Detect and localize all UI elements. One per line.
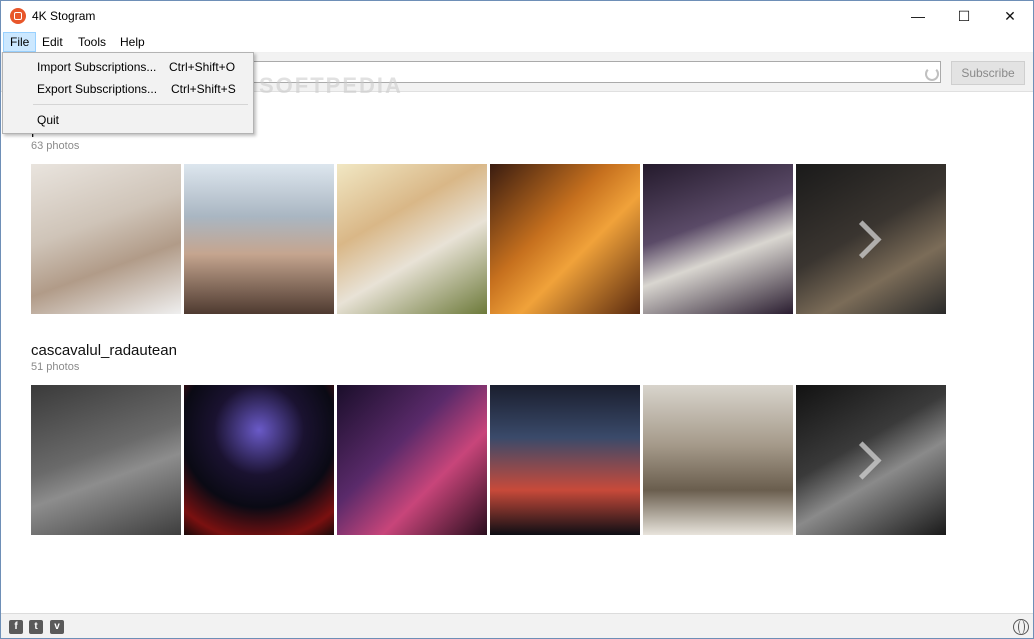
menu-edit[interactable]: Edit bbox=[36, 32, 69, 52]
menu-separator bbox=[33, 104, 248, 105]
photo-thumbnail[interactable] bbox=[490, 164, 640, 314]
twitter-icon[interactable]: t bbox=[29, 620, 43, 634]
window-title: 4K Stogram bbox=[32, 9, 96, 23]
menu-help[interactable]: Help bbox=[114, 32, 151, 52]
title-bar: 4K Stogram — ☐ ✕ bbox=[1, 1, 1033, 31]
photo-thumbnail[interactable] bbox=[337, 164, 487, 314]
maximize-button[interactable]: ☐ bbox=[941, 1, 987, 31]
export-label: Export Subscriptions... bbox=[37, 82, 158, 96]
photo-thumbnail[interactable] bbox=[184, 385, 334, 535]
export-subscriptions-item[interactable]: Export Subscriptions... Ctrl+Shift+S bbox=[3, 79, 253, 99]
quit-label: Quit bbox=[37, 113, 60, 127]
photo-count: 51 photos bbox=[31, 361, 80, 373]
app-window: 4K Stogram — ☐ ✕ File Edit Tools Help Su… bbox=[0, 0, 1034, 639]
export-shortcut: Ctrl+Shift+S bbox=[171, 82, 236, 96]
app-logo-icon bbox=[10, 8, 26, 24]
photo-thumbnail[interactable] bbox=[643, 164, 793, 314]
import-shortcut: Ctrl+Shift+O bbox=[169, 60, 236, 74]
quit-item[interactable]: Quit bbox=[3, 110, 253, 130]
watermark-text: SOFTPEDIA bbox=[259, 73, 403, 98]
menu-bar: File Edit Tools Help bbox=[1, 32, 1033, 53]
vimeo-icon[interactable]: v bbox=[50, 620, 64, 634]
globe-icon[interactable] bbox=[1013, 619, 1029, 635]
photo-thumbnail[interactable] bbox=[31, 164, 181, 314]
subscription-title[interactable]: cascavalul_radautean bbox=[31, 342, 177, 359]
file-menu-dropdown: Import Subscriptions... Ctrl+Shift+O Exp… bbox=[2, 52, 254, 134]
photo-thumbnail[interactable] bbox=[643, 385, 793, 535]
photo-thumbnail[interactable] bbox=[337, 385, 487, 535]
photo-count: 63 photos bbox=[31, 140, 80, 152]
photo-thumbnail[interactable] bbox=[31, 385, 181, 535]
menu-tools[interactable]: Tools bbox=[72, 32, 112, 52]
import-subscriptions-item[interactable]: Import Subscriptions... Ctrl+Shift+O bbox=[3, 57, 253, 77]
import-label: Import Subscriptions... bbox=[37, 60, 157, 74]
menu-file[interactable]: File bbox=[3, 32, 37, 52]
minimize-button[interactable]: — bbox=[895, 1, 941, 31]
status-bar: f t v bbox=[1, 613, 1033, 638]
photo-thumbnail[interactable] bbox=[184, 164, 334, 314]
subscribe-button[interactable]: Subscribe bbox=[951, 61, 1025, 85]
photo-thumbnail[interactable] bbox=[490, 385, 640, 535]
facebook-icon[interactable]: f bbox=[9, 620, 23, 634]
close-button[interactable]: ✕ bbox=[987, 1, 1033, 31]
loading-spinner-icon bbox=[925, 67, 939, 81]
